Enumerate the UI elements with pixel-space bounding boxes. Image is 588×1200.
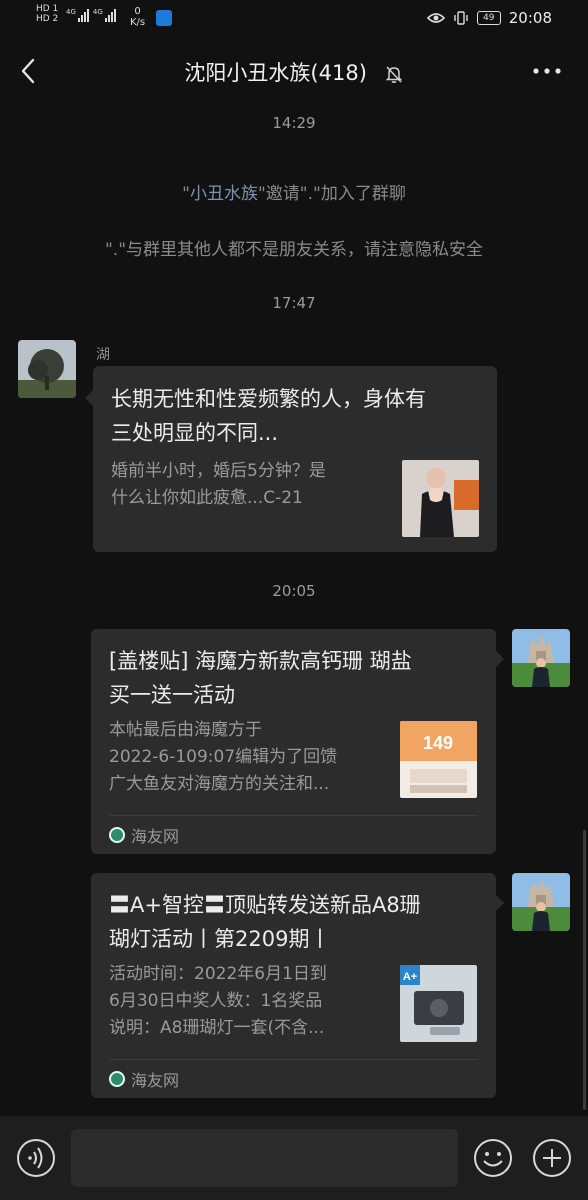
source-logo-icon: [109, 1071, 125, 1087]
bubble-tail: [496, 895, 504, 911]
card-title-line: 三处明显的不同...: [111, 421, 279, 445]
card-desc-line: 2022-6-109:07编辑为了回馈: [109, 747, 338, 767]
ellipsis-icon[interactable]: [532, 66, 562, 76]
card-description: 本帖最后由海魔方于 2022-6-109:07编辑为了回馈 广大鱼友对海魔方的关…: [109, 717, 337, 798]
card-thumbnail: [402, 460, 479, 537]
vibrate-icon: [454, 11, 468, 25]
card-source: 海友网: [109, 815, 478, 854]
net2-label: 4G: [92, 8, 103, 16]
chat-title: 沈阳小丑水族(418): [184, 61, 367, 85]
sim2-label: HD 2: [36, 14, 59, 24]
card-description: 婚前半小时，婚后5分钟？是 什么让你如此疲惫...C-21: [111, 458, 326, 512]
invite-text: "邀请"."加入了群聊: [257, 184, 406, 204]
avatar[interactable]: [18, 340, 76, 398]
source-name: 海友网: [131, 1071, 180, 1090]
speed-unit: K/s: [130, 17, 146, 28]
inviter-link[interactable]: 小丑水族: [190, 184, 258, 204]
thumbnail-label: A+: [403, 971, 417, 983]
link-card-message[interactable]: [盖楼贴] 海魔方新款高钙珊 瑚盐 买一送一活动 本帖最后由海魔方于 2022-…: [91, 629, 504, 854]
card-desc-line: 说明：A8珊瑚灯一套(不含...: [109, 1018, 325, 1038]
card-title-line: 〓A+智控〓顶贴转发送新品A8珊: [109, 893, 421, 917]
card-desc-line: 什么让你如此疲惫...C-21: [111, 488, 303, 508]
system-message-invite: "小丑水族"邀请"."加入了群聊: [0, 179, 588, 204]
card-title-line: 瑚灯活动丨第2209期丨: [109, 927, 331, 951]
card-description: 活动时间：2022年6月1日到 6月30日中奖人数：1名奖品 说明：A8珊瑚灯一…: [109, 961, 327, 1042]
card-title: [盖楼贴] 海魔方新款高钙珊 瑚盐 买一送一活动: [109, 644, 412, 712]
speed-value: 0: [134, 6, 141, 17]
signal-icon: 4G: [93, 8, 116, 22]
input-bar: [0, 1116, 588, 1200]
status-right: 49 20:08: [426, 9, 552, 27]
link-card-message[interactable]: 长期无性和性爱频繁的人，身体有 三处明显的不同... 婚前半小时，婚后5分钟？是…: [85, 366, 497, 552]
status-bar: HD 1 HD 2 4G 4G 0 K/s 49 20:08: [0, 0, 588, 38]
bubble-tail: [496, 651, 504, 667]
avatar[interactable]: [512, 629, 570, 687]
timestamp: 14:29: [272, 114, 316, 132]
thumbnail-label: 149: [423, 733, 453, 753]
net1-label: 4G: [66, 8, 76, 16]
chat-header: 沈阳小丑水族(418): [0, 38, 588, 106]
chat-scrollbar[interactable]: [583, 830, 586, 1110]
voice-icon[interactable]: [16, 1138, 56, 1178]
timestamp: 17:47: [272, 294, 316, 312]
card-thumbnail: 149: [400, 721, 477, 798]
app-notification-icon: [156, 10, 172, 26]
quote: ": [182, 184, 190, 204]
bell-off-icon: [385, 66, 402, 83]
card-title-line: [盖楼贴] 海魔方新款高钙珊 瑚盐: [109, 649, 412, 673]
link-card-message[interactable]: 〓A+智控〓顶贴转发送新品A8珊 瑚灯活动丨第2209期丨 活动时间：2022年…: [91, 873, 504, 1098]
eye-icon: [426, 13, 445, 23]
chat-title-area[interactable]: 沈阳小丑水族(418): [0, 57, 588, 87]
avatar[interactable]: [512, 873, 570, 931]
source-logo-icon: [109, 827, 125, 843]
card-source: 海友网: [109, 1059, 478, 1098]
card-desc-line: 活动时间：2022年6月1日到: [109, 964, 327, 984]
bubble-tail: [85, 390, 93, 406]
battery-icon: 49: [476, 11, 501, 25]
signal-icons: 4G 4G: [66, 8, 116, 22]
card-title: 〓A+智控〓顶贴转发送新品A8珊 瑚灯活动丨第2209期丨: [109, 888, 421, 956]
message-input[interactable]: [71, 1129, 458, 1187]
card-desc-line: 广大鱼友对海魔方的关注和...: [109, 774, 330, 794]
card-desc-line: 6月30日中奖人数：1名奖品: [109, 991, 323, 1011]
card-thumbnail: A+: [400, 965, 477, 1042]
card-title: 长期无性和性爱频繁的人，身体有 三处明显的不同...: [111, 382, 426, 450]
sim1-label: HD 1: [36, 4, 59, 14]
clock: 20:08: [508, 9, 552, 27]
source-name: 海友网: [131, 827, 180, 846]
card-title-line: 买一送一活动: [109, 683, 235, 707]
sender-name: 湖: [96, 347, 110, 363]
system-message-privacy: "."与群里其他人都不是朋友关系，请注意隐私安全: [104, 240, 484, 260]
card-desc-line: 婚前半小时，婚后5分钟？是: [111, 461, 326, 481]
card-desc-line: 本帖最后由海魔方于: [109, 720, 262, 740]
plus-icon[interactable]: [532, 1138, 572, 1178]
card-title-line: 长期无性和性爱频繁的人，身体有: [111, 387, 426, 411]
sim-labels: HD 1 HD 2: [36, 4, 58, 24]
network-speed: 0 K/s: [130, 6, 145, 28]
signal-icon: 4G: [66, 8, 89, 22]
emoji-icon[interactable]: [473, 1138, 513, 1178]
timestamp: 20:05: [272, 582, 316, 600]
